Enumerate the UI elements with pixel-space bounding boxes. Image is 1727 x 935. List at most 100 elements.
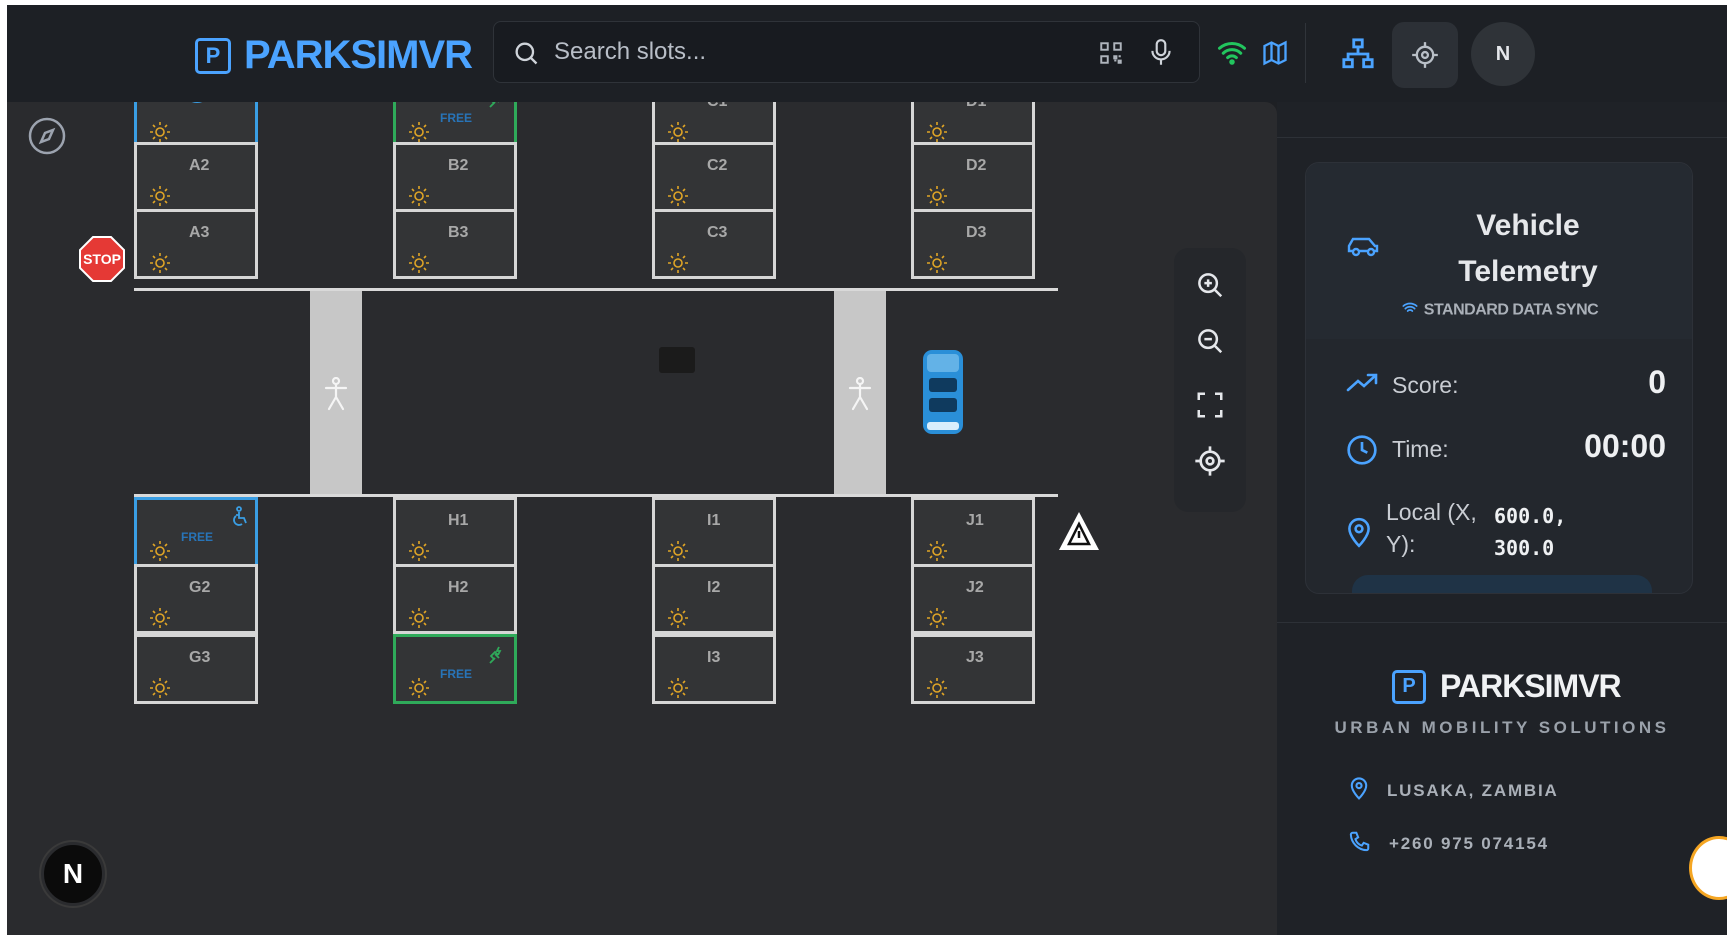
stop-sign: STOP xyxy=(79,236,125,282)
parking-slot[interactable]: B3 xyxy=(393,209,517,279)
parking-slot[interactable]: J3 xyxy=(911,634,1035,704)
free-label: FREE xyxy=(440,667,473,681)
header-divider xyxy=(1305,23,1306,83)
location-text: LUSAKA, ZAMBIA xyxy=(1387,780,1559,800)
contact-phone[interactable]: +260 975 074154 xyxy=(1349,830,1549,857)
slot-label: D2 xyxy=(966,157,987,174)
light-icon xyxy=(408,677,430,699)
fullscreen-icon[interactable] xyxy=(1191,386,1229,424)
parking-slot[interactable]: I1 xyxy=(652,497,776,567)
search-input[interactable] xyxy=(554,32,1074,72)
search-bar[interactable] xyxy=(493,21,1200,83)
slot-label: C2 xyxy=(707,157,728,174)
parking-slot[interactable]: I3 xyxy=(652,634,776,704)
brand-name: PARKSIMVR xyxy=(244,33,473,77)
card-action-button[interactable] xyxy=(1352,575,1652,593)
footer-brand-name: PARKSIMVR xyxy=(1440,668,1622,704)
map-icon[interactable] xyxy=(1261,39,1289,67)
brand[interactable]: P PARKSIMVR xyxy=(195,33,473,78)
network-icon[interactable] xyxy=(1341,37,1375,71)
player-car[interactable] xyxy=(921,348,965,436)
light-icon xyxy=(667,677,689,699)
light-icon xyxy=(667,540,689,562)
panel-divider xyxy=(1277,137,1727,138)
local-coords: 600.0, 300.0 xyxy=(1494,500,1566,564)
qr-code-icon[interactable] xyxy=(1098,40,1124,71)
parking-slot[interactable]: FREE xyxy=(393,634,517,704)
parking-slot[interactable]: A2 xyxy=(134,142,258,212)
light-icon xyxy=(408,185,430,207)
slot-label: H1 xyxy=(448,512,469,529)
parking-slot[interactable]: D2 xyxy=(911,142,1035,212)
parking-slot[interactable]: C3 xyxy=(652,209,776,279)
light-icon xyxy=(408,540,430,562)
slot-label: G2 xyxy=(189,579,211,596)
ev-charger-icon xyxy=(486,102,508,116)
slot-label: H2 xyxy=(448,579,469,596)
top-header: P PARKSIMVR Search slots... N xyxy=(7,5,1727,102)
locate-icon[interactable] xyxy=(1191,442,1229,480)
phone-text: +260 975 074154 xyxy=(1389,833,1549,853)
sync-status: STANDARD DATA SYNC xyxy=(1306,301,1692,320)
light-icon xyxy=(149,185,171,207)
light-icon xyxy=(926,252,948,274)
slot-label: A3 xyxy=(189,224,210,241)
light-icon xyxy=(149,540,171,562)
local-label: Local (X, Y): xyxy=(1386,499,1477,557)
telemetry-title: Vehicle Telemetry xyxy=(1458,209,1598,288)
light-icon xyxy=(667,252,689,274)
clock-icon xyxy=(1346,434,1378,471)
obstacle-block xyxy=(659,347,695,373)
light-icon xyxy=(408,252,430,274)
compass-icon[interactable] xyxy=(27,116,67,156)
score-label: Score: xyxy=(1392,372,1459,398)
slot-label: I1 xyxy=(707,512,721,529)
parking-slot[interactable]: FREE xyxy=(134,497,258,567)
slot-label: I2 xyxy=(707,579,721,596)
stop-text: STOP xyxy=(83,251,121,267)
avatar[interactable]: N xyxy=(1471,22,1535,86)
light-icon xyxy=(926,121,948,143)
light-icon xyxy=(667,607,689,629)
slot-label: G3 xyxy=(189,649,211,666)
sync-status-text: STANDARD DATA SYNC xyxy=(1423,301,1599,319)
light-icon xyxy=(149,252,171,274)
slot-label: D3 xyxy=(966,224,987,241)
tagline: URBAN MOBILITY SOLUTIONS xyxy=(1334,718,1670,737)
light-icon xyxy=(926,185,948,207)
crosswalk-right xyxy=(834,291,886,495)
parking-slot[interactable]: J2 xyxy=(911,564,1035,634)
light-icon xyxy=(667,121,689,143)
score-row: Score: 0 xyxy=(1346,364,1666,404)
footer-brand[interactable]: P PARKSIMVR xyxy=(1392,668,1622,705)
parking-slot[interactable]: G3 xyxy=(134,634,258,704)
parking-slot[interactable]: I2 xyxy=(652,564,776,634)
microphone-icon[interactable] xyxy=(1148,38,1174,73)
target-icon xyxy=(1411,41,1439,69)
light-icon xyxy=(408,121,430,143)
zoom-controls xyxy=(1174,248,1246,512)
parking-slot[interactable]: H1 xyxy=(393,497,517,567)
parking-slot[interactable]: B2 xyxy=(393,142,517,212)
parking-slot[interactable]: D3 xyxy=(911,209,1035,279)
pedestrian-icon xyxy=(848,376,872,416)
zoom-out-icon[interactable] xyxy=(1191,322,1229,360)
zoom-in-icon[interactable] xyxy=(1191,266,1229,304)
light-icon xyxy=(408,607,430,629)
parking-slot[interactable]: C2 xyxy=(652,142,776,212)
light-icon xyxy=(149,607,171,629)
parking-map[interactable]: STOP A2 A3 FREE B2 B3 C1 C2 C3 D1 D2 D3 xyxy=(7,102,1277,935)
car-icon xyxy=(1346,235,1380,264)
parking-slot[interactable]: H2 xyxy=(393,564,517,634)
light-icon xyxy=(667,185,689,207)
slot-label: J3 xyxy=(966,649,984,666)
target-button[interactable] xyxy=(1392,22,1458,88)
floating-chat-button[interactable] xyxy=(1689,836,1727,900)
slot-label: B3 xyxy=(448,224,469,241)
wifi-small-icon xyxy=(1402,301,1418,320)
n-logo-badge[interactable]: N xyxy=(41,842,105,906)
parking-slot[interactable]: G2 xyxy=(134,564,258,634)
parking-slot[interactable]: A3 xyxy=(134,209,258,279)
parking-slot[interactable]: J1 xyxy=(911,497,1035,567)
crosswalk-left xyxy=(310,291,362,495)
